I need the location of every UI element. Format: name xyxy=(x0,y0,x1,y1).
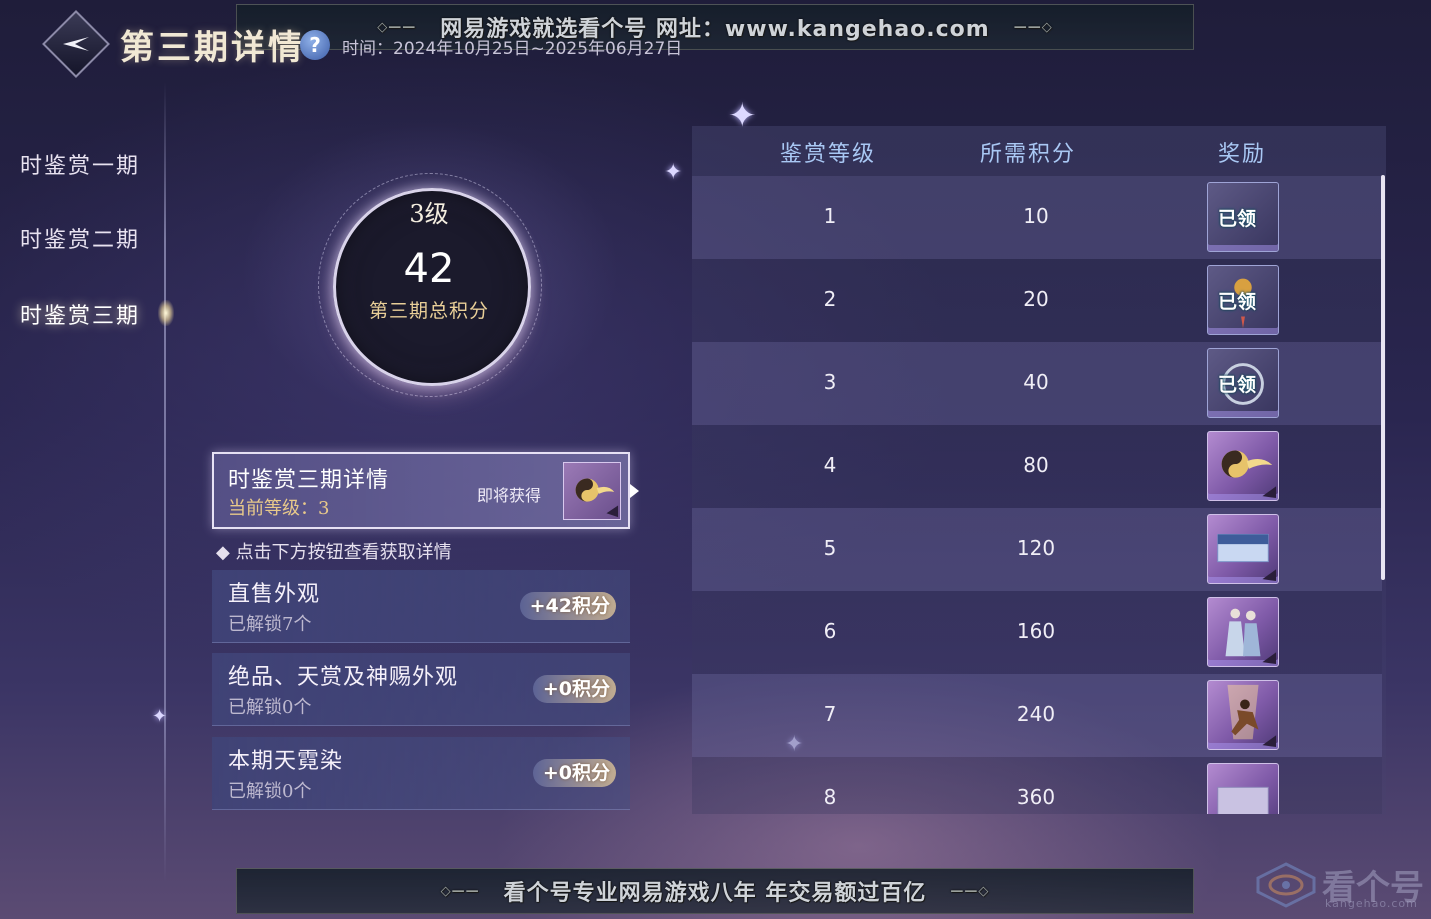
warrior-action-icon[interactable] xyxy=(1207,680,1279,750)
source-premium-appearance[interactable]: 绝品、天赏及神赐外观 已解锁0个 +0积分 xyxy=(212,653,630,726)
nav-item-period-2[interactable]: 时鉴赏二期 xyxy=(20,222,140,254)
row-level: 4 xyxy=(823,453,837,477)
taiji-cloud-icon[interactable] xyxy=(1207,431,1279,501)
ring-caption: 第三期总积分 xyxy=(368,300,489,322)
card-art xyxy=(1217,786,1269,814)
taiji-cloud-icon[interactable] xyxy=(563,462,621,520)
couple-figures-icon[interactable] xyxy=(1207,597,1279,667)
back-button[interactable] xyxy=(42,10,110,78)
back-arrow-icon xyxy=(63,37,89,51)
card-art xyxy=(1217,533,1277,582)
column-header-level: 鉴赏等级 xyxy=(780,142,877,167)
lantern-reward-icon[interactable]: 已领 xyxy=(1207,265,1279,335)
taiji-cloud-art xyxy=(1221,450,1277,499)
upcoming-reward-label: 即将获得 xyxy=(477,486,542,505)
table-row: 3 40 已领 xyxy=(692,342,1382,425)
nav-divider xyxy=(164,82,166,882)
claimed-reward-icon[interactable]: 已领 xyxy=(1207,182,1279,252)
source-unlocked-count: 已解锁0个 xyxy=(228,781,312,802)
card-reward-icon[interactable] xyxy=(1207,514,1279,584)
claimed-label: 已领 xyxy=(1218,374,1257,396)
row-level: 6 xyxy=(823,619,837,643)
column-header-reward: 奖励 xyxy=(1218,142,1267,167)
row-points: 10 xyxy=(1023,204,1049,228)
row-points: 80 xyxy=(1023,453,1049,477)
couple-figures-art xyxy=(1225,608,1277,665)
row-level: 8 xyxy=(823,785,837,809)
row-points: 40 xyxy=(1023,370,1049,394)
table-row: 8 360 xyxy=(692,757,1382,814)
ring-reward-icon[interactable]: 已领 xyxy=(1207,348,1279,418)
source-unlocked-count: 已解锁0个 xyxy=(228,697,312,718)
bottom-banner-text: 看个号专业网易游戏八年 年交易额过百亿 xyxy=(503,881,927,906)
source-points-badge: +42积分 xyxy=(519,592,616,620)
banner-ornament-right: ——◇ xyxy=(950,883,990,899)
row-level: 7 xyxy=(823,702,837,726)
chevron-right-icon xyxy=(630,484,639,498)
sparkle-star-icon: ✦ xyxy=(664,160,683,185)
claimed-label: 已领 xyxy=(1218,208,1257,230)
banner-ornament-right: ——◇ xyxy=(1013,19,1053,35)
eye-logo-icon xyxy=(1256,862,1316,908)
detail-card-current-level: 当前等级：3 xyxy=(228,498,330,519)
date-range: 时间：2024年10月25日~2025年06月27日 xyxy=(342,39,683,59)
reward-table: 鉴赏等级 所需积分 奖励 1 10 已领 2 20 已领 3 40 已领 4 8… xyxy=(692,126,1386,814)
row-points: 120 xyxy=(1016,536,1056,560)
ring-level: 3级 xyxy=(409,200,449,228)
table-row: 7 240 xyxy=(692,674,1382,757)
source-points-badge: +0积分 xyxy=(532,675,616,703)
claimed-label: 已领 xyxy=(1218,291,1257,313)
row-points: 360 xyxy=(1016,785,1056,809)
source-points-badge: +0积分 xyxy=(532,759,616,787)
source-direct-sale[interactable]: 直售外观 已解锁7个 +42积分 xyxy=(212,570,630,643)
table-header: 鉴赏等级 所需积分 奖励 xyxy=(692,126,1386,176)
ring-total-score: 42 xyxy=(403,246,455,292)
active-nav-indicator xyxy=(158,300,174,326)
table-row: 4 80 xyxy=(692,425,1382,508)
table-scrollbar[interactable] xyxy=(1381,175,1385,580)
column-header-points: 所需积分 xyxy=(980,142,1077,167)
row-level: 1 xyxy=(823,204,837,228)
warrior-action-art xyxy=(1227,684,1277,748)
question-icon[interactable]: ? xyxy=(300,30,330,60)
table-row: 6 160 xyxy=(692,591,1382,674)
source-name: 本期天霓染 xyxy=(228,749,344,774)
detail-card-title: 时鉴赏三期详情 xyxy=(228,468,390,493)
row-points: 240 xyxy=(1016,702,1056,726)
banner-ornament-left: ◇—— xyxy=(440,883,480,899)
table-row: 1 10 已领 xyxy=(692,176,1382,259)
bottom-watermark-banner: ◇—— 看个号专业网易游戏八年 年交易额过百亿 ——◇ xyxy=(236,868,1194,914)
source-name: 绝品、天赏及神赐外观 xyxy=(228,665,459,690)
page-title: 第三期详情 xyxy=(120,28,305,68)
source-dye[interactable]: 本期天霓染 已解锁0个 +0积分 xyxy=(212,737,630,810)
row-points: 20 xyxy=(1023,287,1049,311)
watermark-url: kangehao.com xyxy=(1325,897,1418,910)
table-row: 2 20 已领 xyxy=(692,259,1382,342)
nav-item-period-3[interactable]: 时鉴赏三期 xyxy=(20,298,140,330)
taiji-cloud-art xyxy=(575,478,619,518)
source-unlocked-count: 已解锁7个 xyxy=(228,614,312,635)
nav-item-period-1[interactable]: 时鉴赏一期 xyxy=(20,148,140,180)
table-row: 5 120 xyxy=(692,508,1382,591)
card-reward-icon[interactable] xyxy=(1207,763,1279,814)
hint-text: ◆ 点击下方按钮查看获取详情 xyxy=(216,542,452,563)
source-name: 直售外观 xyxy=(228,582,321,607)
banner-ornament-left: ◇—— xyxy=(377,19,417,35)
row-level: 5 xyxy=(823,536,837,560)
row-level: 2 xyxy=(823,287,837,311)
row-level: 3 xyxy=(823,370,837,394)
row-points: 160 xyxy=(1016,619,1056,643)
